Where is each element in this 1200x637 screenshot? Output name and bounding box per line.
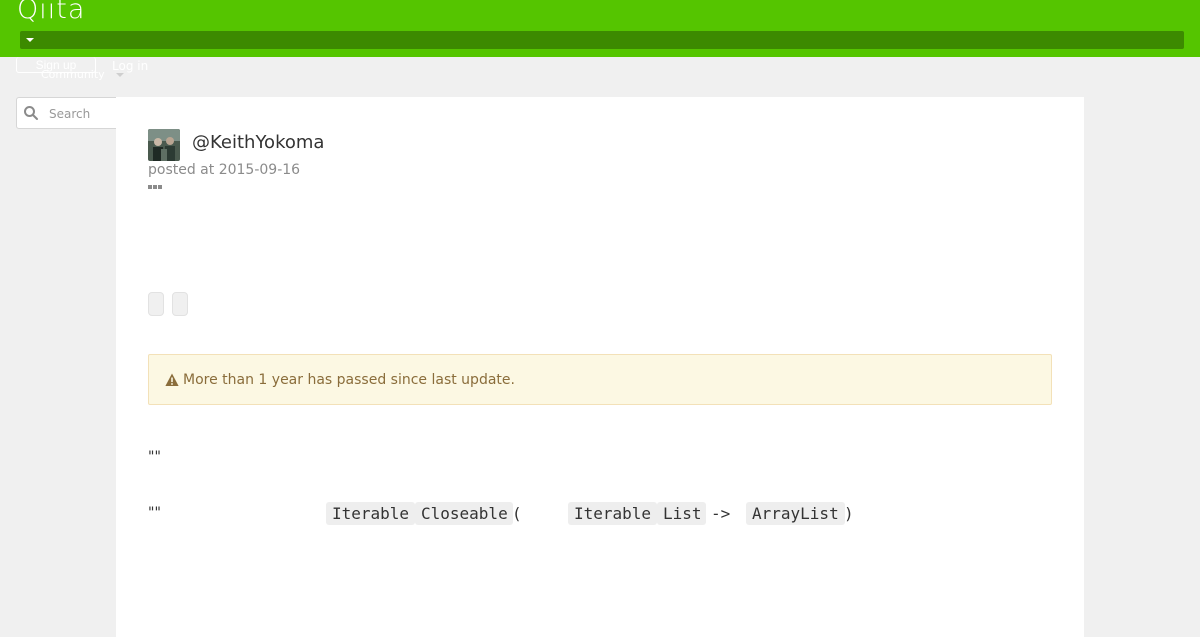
global-header: Qiita <box>0 0 1200 57</box>
caret-down-icon <box>26 38 34 42</box>
outdated-alert: More than 1 year has passed since last u… <box>148 354 1052 405</box>
chevron-down-icon <box>116 73 124 77</box>
more-options-icon[interactable] <box>148 184 164 190</box>
community-menu[interactable]: Community <box>41 68 105 81</box>
inline-code: List <box>657 502 706 525</box>
inline-code: Closeable <box>415 502 513 525</box>
author-name[interactable]: @KeithYokoma <box>192 132 324 154</box>
nav-menu-bar[interactable] <box>20 31 1184 49</box>
paragraph-text: "" <box>148 505 161 521</box>
login-link[interactable]: Log in <box>112 59 148 73</box>
inline-code: Iterable <box>326 502 415 525</box>
inline-code: Iterable <box>568 502 657 525</box>
qiita-logo[interactable]: Qiita <box>17 0 85 25</box>
author-avatar[interactable] <box>148 129 180 161</box>
search-icon <box>24 106 38 120</box>
alert-text: More than 1 year has passed since last u… <box>183 372 515 388</box>
paren-open: ( <box>512 504 522 523</box>
warning-icon <box>165 373 179 386</box>
paren-close: ) <box>844 504 854 523</box>
arrow-text: -> <box>711 504 731 523</box>
tag-item[interactable] <box>172 292 188 316</box>
paragraph-text: "" <box>148 449 161 465</box>
inline-code: ArrayList <box>746 502 845 525</box>
posted-date: posted at 2015-09-16 <box>148 162 301 178</box>
article-container: @KeithYokoma posted at 2015-09-16 More t… <box>116 97 1084 637</box>
tag-item[interactable] <box>148 292 164 316</box>
